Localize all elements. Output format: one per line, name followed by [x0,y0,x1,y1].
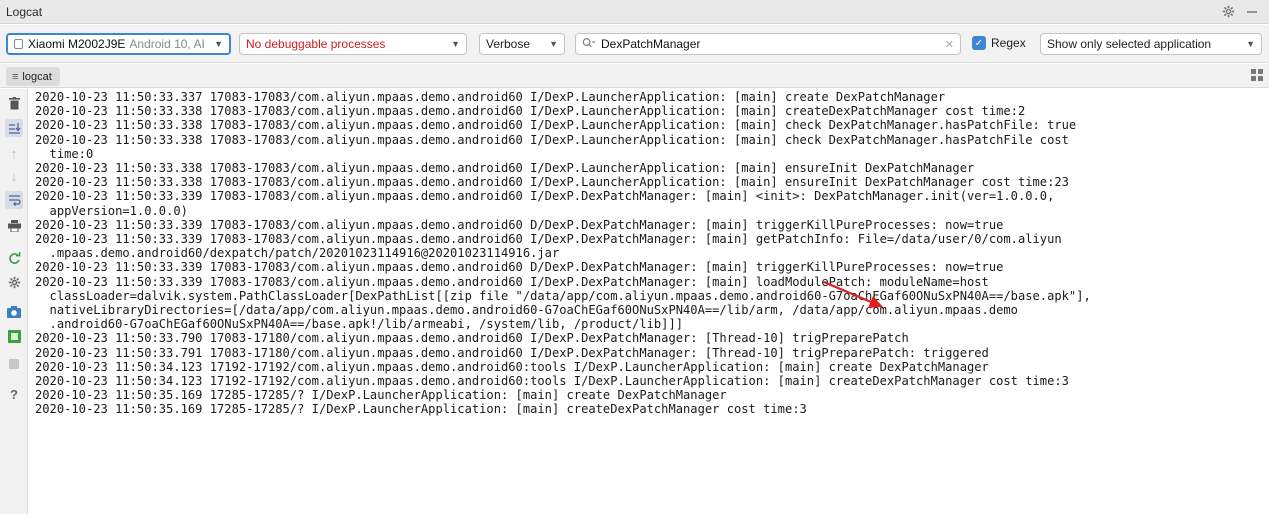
window-title: Logcat [6,4,43,19]
log-line: 2020-10-23 11:50:33.339 17083-17083/com.… [35,189,1055,204]
log-line: 2020-10-23 11:50:35.169 17285-17285/? I/… [35,388,727,403]
log-level-selector[interactable]: Verbose ▼ [479,33,565,55]
log-line: 2020-10-23 11:50:33.338 17083-17083/com.… [35,175,1069,190]
log-line: .mpaas.demo.android60/dexpatch/patch/202… [35,246,560,261]
logcat-toolbar: Xiaomi M2002J9E Android 10, AI ▼ No debu… [0,25,1269,63]
log-line: 2020-10-23 11:50:34.123 17192-17192/com.… [35,359,989,374]
log-line: 2020-10-23 11:50:33.337 17083-17083/com.… [35,90,946,104]
device-icon [14,39,23,49]
chevron-down-icon: ▼ [451,39,460,49]
log-line: 2020-10-23 11:50:33.339 17083-17083/com.… [35,232,1062,247]
log-line: 2020-10-23 11:50:33.790 17083-17180/com.… [35,331,909,346]
log-line: 2020-10-23 11:50:33.338 17083-17083/com.… [35,161,975,176]
log-line: 2020-10-23 11:50:33.338 17083-17083/com.… [35,132,1069,147]
log-line: 2020-10-23 11:50:33.791 17083-17180/com.… [35,345,989,360]
screenshot-icon[interactable] [5,303,23,321]
tab-logcat[interactable]: ≡ logcat [6,67,60,86]
help-icon[interactable]: ? [5,385,23,403]
log-line: 2020-10-23 11:50:35.169 17285-17285/? I/… [35,402,807,417]
device-selector[interactable]: Xiaomi M2002J9E Android 10, AI ▼ [6,33,231,55]
filter-label: Show only selected application [1047,37,1212,51]
regex-label: Regex [991,36,1026,50]
regex-toggle[interactable]: ✓ Regex [972,36,1026,50]
regex-checkbox[interactable]: ✓ [972,36,986,50]
menu-icon: ≡ [12,70,19,83]
down-icon[interactable]: ↓ [5,167,23,185]
trash-icon[interactable] [5,94,23,112]
search-input[interactable] [601,37,945,51]
logcat-sidebar: ↑ ↓ ? [0,89,28,514]
filter-selector[interactable]: Show only selected application ▼ [1040,33,1262,55]
scroll-to-end-icon[interactable] [5,119,23,137]
search-icon[interactable] [582,37,596,52]
chevron-down-icon: ▼ [1246,39,1255,49]
process-selector[interactable]: No debuggable processes ▼ [239,33,467,55]
restart-icon[interactable] [5,249,23,267]
log-line: 2020-10-23 11:50:33.338 17083-17083/com.… [35,104,1026,119]
title-bar: Logcat [0,0,1269,24]
chevron-down-icon: ▼ [549,39,558,49]
gear-icon[interactable] [1221,5,1235,19]
tab-bar: ≡ logcat [0,64,1269,88]
log-line: time:0 [35,146,94,161]
screen-record-icon[interactable] [5,327,23,345]
up-icon[interactable]: ↑ [5,144,23,162]
stop-icon[interactable] [5,355,23,373]
soft-wrap-icon[interactable] [5,191,23,209]
device-name: Xiaomi M2002J9E [28,37,126,51]
log-line: .android60-G7oaChEGaf60ONuSxPN40A==/base… [35,317,684,332]
process-label: No debuggable processes [246,37,386,51]
minimize-icon[interactable] [1245,5,1259,19]
log-line: 2020-10-23 11:50:33.339 17083-17083/com.… [35,260,1004,275]
log-line: 2020-10-23 11:50:34.123 17192-17192/com.… [35,374,1069,389]
log-line: 2020-10-23 11:50:33.339 17083-17083/com.… [35,217,1004,232]
layout-icon[interactable] [1251,69,1263,81]
settings-icon[interactable] [5,273,23,291]
log-line: 2020-10-23 11:50:33.339 17083-17083/com.… [35,274,989,289]
print-icon[interactable] [5,217,23,235]
log-line: classLoader=dalvik.system.PathClassLoade… [35,288,1091,303]
log-line: appVersion=1.0.0.0) [35,203,188,218]
search-box: ✕ [575,33,961,55]
logcat-output[interactable]: 2020-10-23 11:50:33.337 17083-17083/com.… [35,90,1265,510]
device-detail: Android 10, AI [129,37,205,51]
tab-label: logcat [22,70,52,83]
log-level-label: Verbose [486,37,531,51]
clear-icon[interactable]: ✕ [945,38,954,51]
log-line: 2020-10-23 11:50:33.338 17083-17083/com.… [35,118,1077,133]
chevron-down-icon: ▼ [214,39,223,49]
log-line: nativeLibraryDirectories=[/data/app/com.… [35,303,1018,318]
